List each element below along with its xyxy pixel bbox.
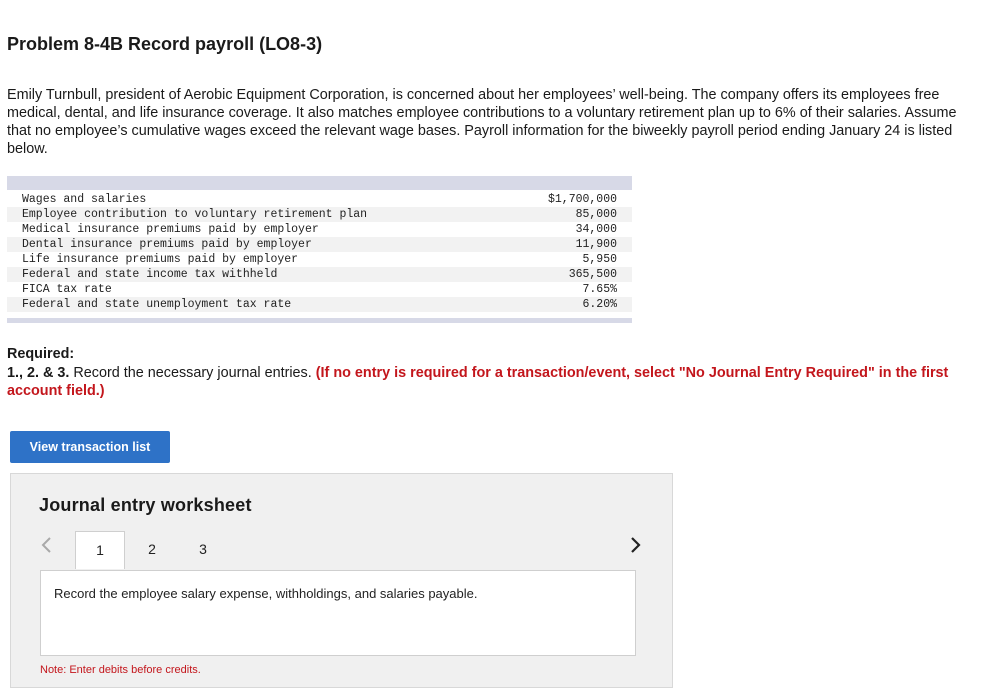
table-row: Federal and state income tax withheld 36… [7,267,632,282]
tab-1[interactable]: 1 [75,531,125,569]
row-label: Federal and state unemployment tax rate [22,298,292,311]
table-row: Wages and salaries $1,700,000 [7,192,632,207]
row-label: Federal and state income tax withheld [22,268,278,281]
payroll-data-table: Wages and salaries $1,700,000 Employee c… [7,176,632,323]
row-value: $1,700,000 [547,193,617,206]
row-value: 85,000 [575,208,617,221]
row-value: 5,950 [582,253,617,266]
tab-3[interactable]: 3 [178,531,228,569]
table-row: Dental insurance premiums paid by employ… [7,237,632,252]
chevron-left-icon[interactable] [39,534,55,558]
debit-credit-note: Note: Enter debits before credits. [40,664,201,676]
row-label: Employee contribution to voluntary retir… [22,208,368,221]
instruction-text: Record the employee salary expense, with… [54,586,478,601]
row-label: Life insurance premiums paid by employer [22,253,299,266]
worksheet-title: Journal entry worksheet [39,495,252,515]
table-row: Federal and state unemployment tax rate … [7,297,632,312]
journal-entry-worksheet: Journal entry worksheet 1 2 3 Record the… [10,473,673,688]
instruction-box: Record the employee salary expense, with… [40,570,636,656]
row-value: 7.65% [582,283,617,296]
row-label: Dental insurance premiums paid by employ… [22,238,312,251]
required-heading: Required: [7,346,75,362]
table-row: Employee contribution to voluntary retir… [7,207,632,222]
row-value: 34,000 [575,223,617,236]
table-row: Life insurance premiums paid by employer… [7,252,632,267]
row-label: Medical insurance premiums paid by emplo… [22,223,319,236]
table-row: FICA tax rate 7.65% [7,282,632,297]
required-instructions: 1., 2. & 3. Record the necessary journal… [7,364,967,400]
row-label: Wages and salaries [22,193,147,206]
tab-2[interactable]: 2 [127,531,177,569]
row-value: 365,500 [568,268,617,281]
required-numbers: 1., 2. & 3. [7,365,70,381]
row-value: 11,900 [575,238,617,251]
problem-title: Problem 8-4B Record payroll (LO8-3) [7,34,323,54]
required-text: Record the necessary journal entries. [69,365,316,381]
chevron-right-icon[interactable] [629,534,645,558]
view-transaction-list-button[interactable]: View transaction list [10,431,170,463]
row-value: 6.20% [582,298,617,311]
table-row: Medical insurance premiums paid by emplo… [7,222,632,237]
row-label: FICA tax rate [22,283,112,296]
problem-description: Emily Turnbull, president of Aerobic Equ… [7,87,957,157]
